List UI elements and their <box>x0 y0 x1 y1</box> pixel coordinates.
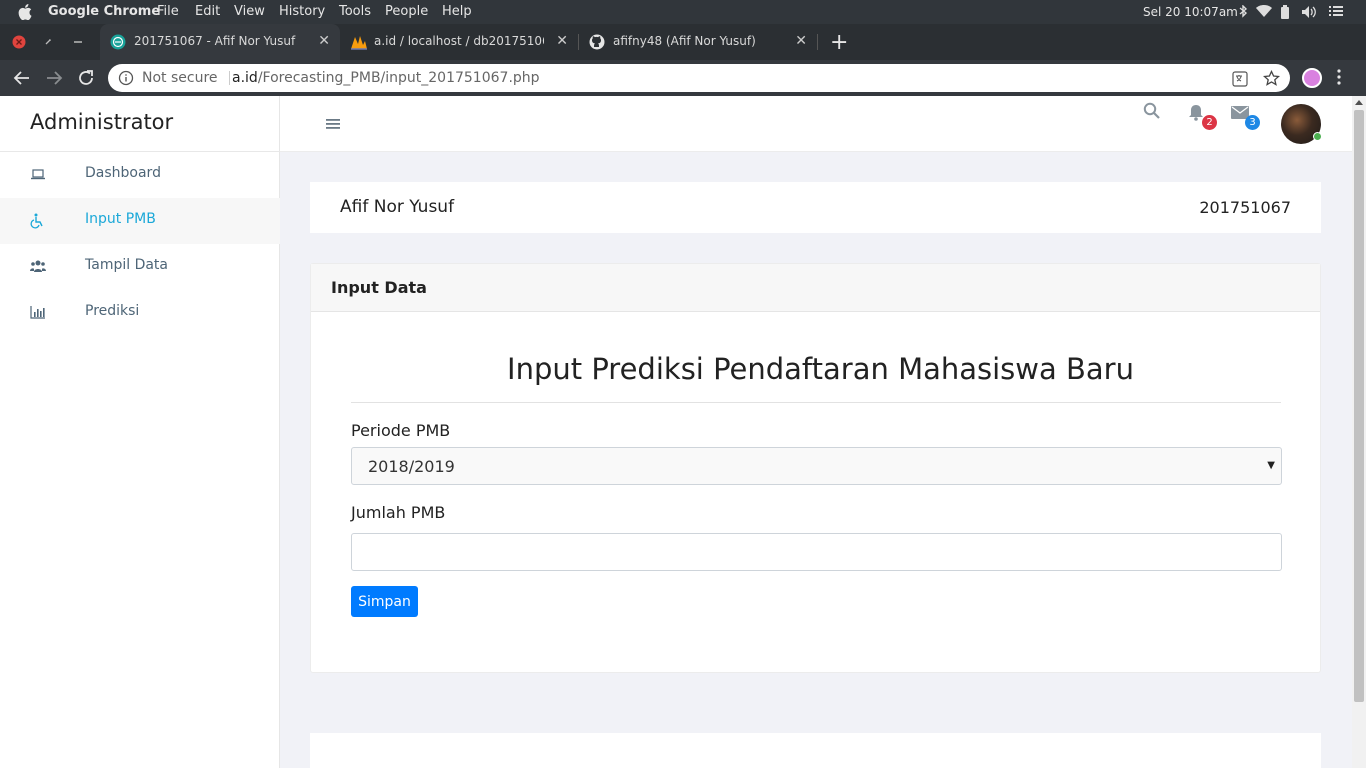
brand-title[interactable]: Administrator <box>30 110 173 134</box>
top-header: 2 3 <box>280 96 1352 152</box>
page-scrollbar[interactable] <box>1352 96 1366 768</box>
jumlah-label: Jumlah PMB <box>351 503 446 522</box>
tab-close-icon[interactable]: ✕ <box>556 33 568 49</box>
menu-help[interactable]: Help <box>442 4 472 19</box>
apple-icon[interactable] <box>18 4 32 20</box>
browser-tab-strip: 201751067 - Afif Nor Yusuf ✕ a.id / loca… <box>0 24 1366 60</box>
online-status-dot <box>1313 132 1322 141</box>
sidebar-item-label: Prediksi <box>85 303 140 319</box>
tab-separator <box>817 34 818 50</box>
list-menu-icon[interactable] <box>1329 5 1343 17</box>
clock[interactable]: Sel 20 10:07am <box>1143 5 1238 19</box>
battery-icon[interactable] <box>1280 5 1290 19</box>
user-name: Afif Nor Yusuf <box>340 197 455 217</box>
sidebar-item-prediksi[interactable]: Prediksi <box>0 290 280 336</box>
card-title: Input Data <box>331 278 427 297</box>
new-tab-button[interactable]: + <box>830 30 848 55</box>
security-status: Not secure <box>142 70 218 86</box>
sidebar-item-dashboard[interactable]: Dashboard <box>0 152 280 198</box>
bell-icon[interactable] <box>1188 104 1204 121</box>
sidebar-item-tampil-data[interactable]: Tampil Data <box>0 244 280 290</box>
back-arrow-icon[interactable] <box>13 69 31 87</box>
input-data-card: Input Data Input Prediksi Pendaftaran Ma… <box>310 263 1321 673</box>
sidebar-item-label: Input PMB <box>85 211 156 227</box>
wifi-icon[interactable] <box>1256 5 1272 18</box>
bar-chart-icon <box>30 305 46 319</box>
form-divider <box>351 402 1281 403</box>
github-favicon-icon <box>589 34 605 50</box>
url-text[interactable]: a.id/Forecasting_PMB/input_201751067.php <box>232 70 540 86</box>
form-title: Input Prediksi Pendaftaran Mahasiswa Bar… <box>507 352 1134 386</box>
periode-label: Periode PMB <box>351 421 451 440</box>
tab-title: afifny48 (Afif Nor Yusuf) <box>613 34 756 48</box>
url-path: /Forecasting_PMB/input_201751067.php <box>257 70 540 86</box>
menu-file[interactable]: File <box>157 4 179 19</box>
notification-count-badge: 2 <box>1202 115 1217 130</box>
dropdown-caret-icon: ▼ <box>1267 460 1275 471</box>
tab-github[interactable]: afifny48 (Afif Nor Yusuf) ✕ <box>579 24 817 60</box>
sidebar-item-input-pmb[interactable]: Input PMB <box>0 198 280 244</box>
menu-history[interactable]: History <box>279 4 325 19</box>
menu-view[interactable]: View <box>234 4 265 19</box>
tab-title: 201751067 - Afif Nor Yusuf <box>134 34 296 48</box>
wheelchair-icon <box>30 213 44 229</box>
periode-selected-value: 2018/2019 <box>368 457 455 476</box>
menu-people[interactable]: People <box>385 4 428 19</box>
translate-icon[interactable] <box>1232 71 1248 87</box>
jumlah-input[interactable] <box>351 533 1282 571</box>
scroll-up-icon[interactable] <box>1355 100 1363 105</box>
hamburger-menu-icon[interactable] <box>326 118 340 130</box>
search-icon[interactable] <box>1143 102 1160 119</box>
mac-menu-bar: Google Chrome File Edit View History Too… <box>0 0 1366 24</box>
reload-icon[interactable] <box>77 69 95 87</box>
footer-card <box>310 733 1321 768</box>
page-viewport: Administrator Dashboard Input PMB Tampil… <box>0 96 1352 768</box>
url-domain: a.id <box>232 70 258 86</box>
window-restore-icon[interactable] <box>44 35 54 49</box>
url-divider <box>229 71 230 85</box>
address-bar[interactable]: Not secure a.id/Forecasting_PMB/input_20… <box>108 64 1290 92</box>
laptop-icon <box>30 167 46 181</box>
volume-icon[interactable] <box>1301 5 1317 19</box>
info-icon[interactable] <box>118 70 134 86</box>
user-info-bar: Afif Nor Yusuf 201751067 <box>310 182 1321 233</box>
tab-active[interactable]: 201751067 - Afif Nor Yusuf ✕ <box>100 24 340 60</box>
periode-select[interactable]: 2018/2019 ▼ <box>351 447 1282 485</box>
forward-arrow-icon[interactable] <box>45 69 63 87</box>
tab-close-icon[interactable]: ✕ <box>795 33 807 49</box>
site-favicon-icon <box>110 34 126 50</box>
simpan-button[interactable]: Simpan <box>351 586 418 617</box>
message-count-badge: 3 <box>1245 115 1260 130</box>
card-header: Input Data <box>311 264 1320 312</box>
bookmark-star-icon[interactable] <box>1263 70 1280 87</box>
browser-toolbar: Not secure a.id/Forecasting_PMB/input_20… <box>0 60 1366 96</box>
browser-menu-icon[interactable] <box>1337 69 1341 85</box>
tab-close-icon[interactable]: ✕ <box>318 33 330 49</box>
sidebar: Administrator Dashboard Input PMB Tampil… <box>0 96 280 768</box>
users-icon <box>30 259 46 273</box>
window-close-icon[interactable] <box>12 35 26 49</box>
user-nim: 201751067 <box>1199 198 1291 217</box>
profile-avatar-icon[interactable] <box>1302 68 1322 88</box>
phpmyadmin-favicon-icon <box>350 34 368 50</box>
window-minimize-icon[interactable] <box>73 35 83 49</box>
tab-title: a.id / localhost / db201751067 <box>374 34 544 48</box>
tab-phpmyadmin[interactable]: a.id / localhost / db201751067 ✕ <box>340 24 578 60</box>
scrollbar-thumb[interactable] <box>1354 110 1364 702</box>
sidebar-item-label: Tampil Data <box>85 257 168 273</box>
menu-tools[interactable]: Tools <box>339 4 371 19</box>
bluetooth-icon[interactable] <box>1238 5 1248 19</box>
app-name[interactable]: Google Chrome <box>48 4 160 19</box>
sidebar-item-label: Dashboard <box>85 165 161 181</box>
menu-edit[interactable]: Edit <box>195 4 220 19</box>
